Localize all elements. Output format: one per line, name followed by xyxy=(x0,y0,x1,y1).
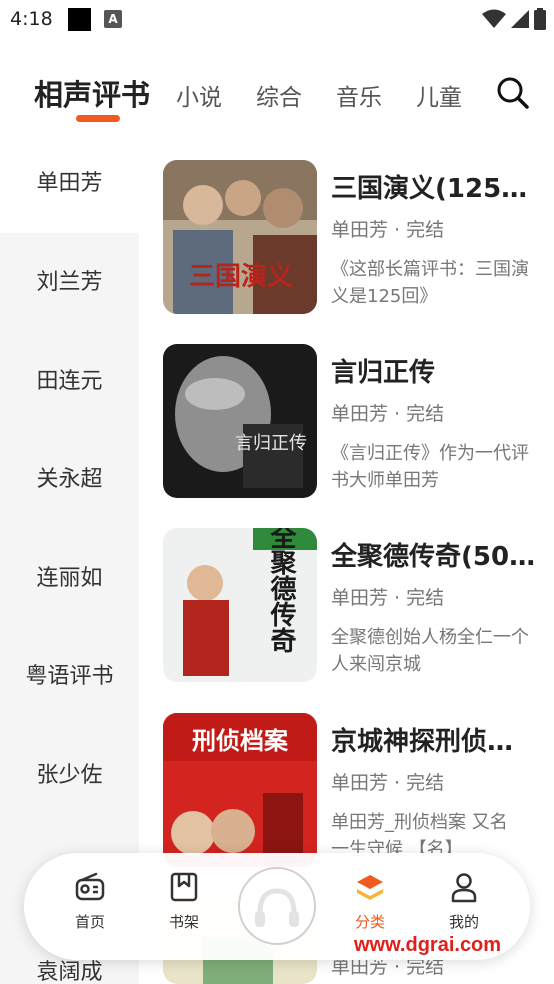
nav-home-label: 首页 xyxy=(74,913,105,931)
tab-novel[interactable]: 小说 xyxy=(176,78,222,112)
nav-profile[interactable]: 我的 xyxy=(429,871,499,932)
battery-icon xyxy=(534,8,546,30)
category-tabs: 相声评书 小说 综合 音乐 儿童 xyxy=(34,72,496,114)
cover-title-text: 全聚德传奇 xyxy=(266,528,297,653)
book-cover: 刑侦档案 xyxy=(163,713,317,867)
book-item[interactable]: 刑侦档案 京城神探刑侦档案 单田芳 · 完结 单田芳_刑侦档案 又名 一生守候 … xyxy=(163,713,543,869)
book-status: 完结 xyxy=(406,219,445,241)
tab-general[interactable]: 综合 xyxy=(256,78,302,112)
sidebar-item-liu-lanfang[interactable]: 刘兰芳 xyxy=(0,234,139,332)
cover-title-text: 言归正传 xyxy=(235,433,307,454)
nav-bookshelf[interactable]: 书架 xyxy=(149,871,219,932)
sidebar-item-guan-yongchao[interactable]: 关永超 xyxy=(0,431,139,529)
book-description: 《言归正传》作为一代评书大师单田芳 xyxy=(331,443,529,491)
book-description: 《这部长篇评书：三国演义是125回》 xyxy=(331,259,529,307)
book-status: 完结 xyxy=(406,772,445,794)
status-icons xyxy=(482,8,546,30)
sidebar-item-shan-tianfang[interactable]: 单田芳 xyxy=(0,135,139,233)
nav-home[interactable]: 首页 xyxy=(55,871,125,932)
meta-separator: · xyxy=(388,403,407,425)
sidebar-item-lian-liru[interactable]: 连丽如 xyxy=(0,530,139,628)
headphones-icon xyxy=(255,888,299,927)
status-bar: 4:18 A xyxy=(0,0,554,38)
cover-title-text: 三国演义 xyxy=(189,261,293,292)
meta-separator: · xyxy=(388,219,407,241)
nav-profile-label: 我的 xyxy=(448,913,479,931)
active-tab-indicator xyxy=(76,115,120,122)
book-meta: 单田芳 · 完结 xyxy=(331,215,444,242)
book-status: 完结 xyxy=(406,587,445,609)
sidebar-item-zhang-shaozuo[interactable]: 张少佐 xyxy=(0,727,139,825)
category-header: 相声评书 小说 综合 音乐 儿童 xyxy=(0,38,554,135)
book-item[interactable]: 言归正传 言归正传 单田芳 · 完结 《言归正传》作为一代评书大师单田芳 xyxy=(163,344,543,500)
tab-children[interactable]: 儿童 xyxy=(416,78,462,112)
notification-square-icon xyxy=(68,8,91,31)
book-title: 京城神探刑侦档案 xyxy=(331,727,537,757)
watermark: www.dgrai.com xyxy=(354,934,502,956)
status-time: 4:18 xyxy=(10,8,53,30)
nav-bookshelf-label: 书架 xyxy=(168,913,199,931)
book-meta: 单田芳 · 完结 xyxy=(331,768,444,795)
book-meta: 单田芳 · 完结 xyxy=(331,583,444,610)
book-meta: 单田芳 · 完结 xyxy=(331,399,444,426)
book-cover: 全聚德传奇 xyxy=(163,528,317,682)
book-cover: 言归正传 xyxy=(163,344,317,498)
book-author: 单田芳 xyxy=(331,587,389,609)
book-author: 单田芳 xyxy=(331,403,389,425)
category-layers-icon xyxy=(357,875,383,900)
book-item[interactable]: 全聚德传奇 全聚德传奇(50回) 单田芳 · 完结 全聚德创始人杨全仁一个人来闯… xyxy=(163,528,543,684)
wifi-icon xyxy=(482,9,506,28)
cover-title-text: 刑侦档案 xyxy=(192,727,289,755)
player-button[interactable] xyxy=(238,867,316,945)
user-icon xyxy=(451,873,477,903)
book-item[interactable]: 三国演义 三国演义(125回) 单田芳 · 完结 《这部长篇评书：三国演义是12… xyxy=(163,160,543,316)
nav-category[interactable]: 分类 xyxy=(335,871,405,932)
book-cover: 三国演义 xyxy=(163,160,317,314)
search-icon xyxy=(497,77,529,109)
radio-icon xyxy=(75,872,105,901)
tab-xiangsheng-pingshu[interactable]: 相声评书 xyxy=(34,72,150,114)
book-status: 完结 xyxy=(406,403,445,425)
meta-separator: · xyxy=(388,772,407,794)
sidebar-item-cantonese[interactable]: 粤语评书 xyxy=(0,628,139,726)
book-description: 全聚德创始人杨全仁一个人来闯京城 xyxy=(331,627,529,675)
signal-icon xyxy=(511,10,529,28)
book-title: 全聚德传奇(50回) xyxy=(331,542,537,572)
nav-category-label: 分类 xyxy=(354,913,385,931)
bookmark-icon xyxy=(170,872,198,902)
notification-a-icon: A xyxy=(104,10,122,28)
book-author: 单田芳 xyxy=(331,219,389,241)
meta-separator: · xyxy=(388,587,407,609)
sidebar-item-tian-lianyuan[interactable]: 田连元 xyxy=(0,333,139,431)
book-title: 三国演义(125回) xyxy=(331,174,537,204)
book-author: 单田芳 xyxy=(331,772,389,794)
book-title: 言归正传 xyxy=(331,358,436,388)
tab-music[interactable]: 音乐 xyxy=(336,78,382,112)
search-button[interactable] xyxy=(496,76,530,110)
